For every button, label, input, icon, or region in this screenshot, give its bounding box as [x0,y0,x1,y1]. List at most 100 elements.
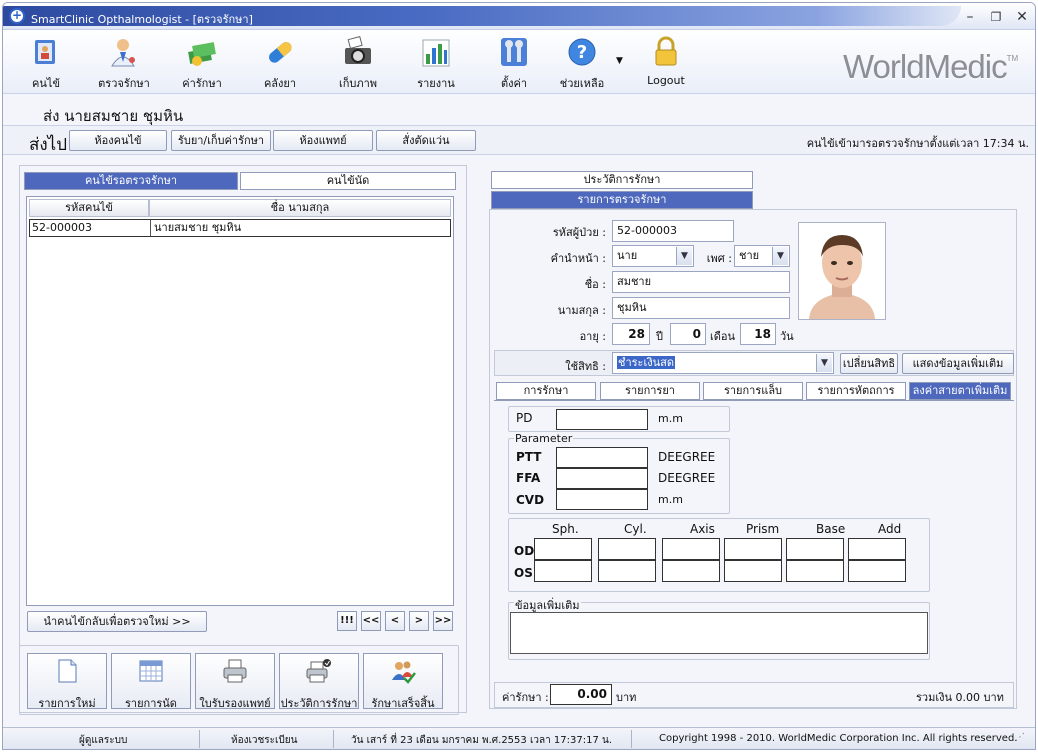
tab-treatment-list[interactable]: รายการตรวจรักษา [491,191,753,209]
medical-certificate-button[interactable]: ใบรับรองแพทย์ [195,653,275,710]
main-toolbar: คนไข้ ตรวจรักษา ค่ารักษา คลังยา เก็บภาพ … [3,30,1035,94]
status-copyright: Copyright 1998 - 2010. WorldMedic Corpor… [659,733,1018,744]
show-more-info-button[interactable]: แสดงข้อมูลเพิ่มเติม [902,353,1014,374]
rx-os-axis-input[interactable] [662,560,720,582]
send-pharmacy-cashier-button[interactable]: รับยา/เก็บค่ารักษา [171,130,271,151]
treatment-panel: ประวัติการรักษา รายการตรวจรักษา รหัสผู้ป… [489,163,1017,711]
minimize-button[interactable]: – [961,9,979,27]
subtab-medication[interactable]: รายการยา [600,382,700,400]
first-name-field[interactable]: สมชาย [612,271,790,293]
rights-select[interactable]: ชำระเงินสด ▼ [612,352,834,374]
ptt-input[interactable] [556,447,648,468]
rx-os-cyl-input[interactable] [598,560,656,582]
nav-last-button[interactable]: >> [433,611,453,631]
nav-first-button[interactable]: << [361,611,381,631]
fee-input[interactable]: 0.00 [550,684,612,705]
send-to-label: ส่งไป [29,135,68,155]
return-for-reexam-button[interactable]: นำคนไข้กลับเพื่อตรวจใหม่ >> [27,611,207,632]
last-name-field[interactable]: ชุมหิน [612,297,790,319]
chevron-down-icon[interactable]: ▼ [676,247,692,265]
change-rights-button[interactable]: เปลี่ยนสิทธิ [840,353,898,374]
rx-os-add-input[interactable] [848,560,906,582]
pd-label: PD [516,411,533,425]
age-days-field[interactable]: 18 [740,323,776,345]
patient-id-field[interactable]: 52-000003 [612,220,734,242]
rx-column-prism: Prism [746,522,780,536]
tab-waiting-patients[interactable]: คนไข้รอตรวจรักษา [24,172,238,190]
toolbar-patient-button[interactable]: คนไข้ [11,34,81,92]
years-unit: ปี [656,330,663,343]
patient-photo[interactable] [798,222,886,320]
toolbar-settings-button[interactable]: ตั้งค่า [479,34,549,92]
rx-od-sph-input[interactable] [534,538,592,560]
rx-od-cyl-input[interactable] [598,538,656,560]
chevron-down-icon[interactable]: ▼ [816,354,832,372]
new-record-button[interactable]: รายการใหม่ [27,653,107,710]
table-row[interactable]: 52-000003 นายสมชาย ชุมหิน [29,219,451,237]
send-glasses-order-button[interactable]: สั่งตัดแว่น [376,130,476,151]
chevron-down-icon[interactable]: ▼ [772,247,788,265]
appointments-button[interactable]: รายการนัด [111,653,191,710]
subtab-eye-measurement[interactable]: ลงค่าสายตาเพิ่มเติม [909,382,1011,400]
help-dropdown-arrow-icon[interactable]: ▼ [616,56,623,66]
resize-grip-icon[interactable]: ⋰ [1015,732,1025,743]
extra-info-textarea[interactable] [510,612,928,654]
main-window: + SmartClinic Opthalmologist - [ตรวจรักษ… [2,2,1036,750]
send-patient-room-button[interactable]: ห้องคนไข้ [69,130,167,151]
treatment-content: รหัสผู้ป่วย : 52-000003 คำนำหน้า : นาย ▼ … [489,209,1017,709]
tab-treatment-history[interactable]: ประวัติการรักษา [491,171,753,189]
restore-button[interactable]: ❐ [987,9,1005,27]
rx-od-base-input[interactable] [786,538,844,560]
close-button[interactable]: ✕ [1013,9,1031,27]
toolbar-treatment-button[interactable]: ตรวจรักษา [89,34,159,92]
ffa-input[interactable] [556,468,648,489]
nav-next-button[interactable]: > [409,611,429,631]
treatment-history-button[interactable]: ประวัติการรักษา [279,653,359,710]
toolbar-help-button[interactable]: ? ช่วยเหลือ [547,34,617,92]
rx-od-axis-input[interactable] [662,538,720,560]
toolbar-fee-button[interactable]: ค่ารักษา [167,34,237,92]
column-patient-name[interactable]: ชื่อ นามสกุล [149,199,451,217]
title-bar: + SmartClinic Opthalmologist - [ตรวจรักษ… [3,3,1035,30]
toolbar-images-button[interactable]: เก็บภาพ [323,34,393,92]
subtab-lab[interactable]: รายการแล็บ [703,382,803,400]
finish-treatment-button[interactable]: รักษาเสร็จสิ้น [363,653,443,710]
rx-row-os: OS [514,566,533,580]
total-amount: รวมเงิน 0.00 บาท [916,691,1004,704]
rx-column-axis: Axis [690,522,715,536]
subtab-treatment[interactable]: การรักษา [496,382,596,400]
users-check-icon [392,661,416,684]
rx-od-prism-input[interactable] [724,538,782,560]
patient-id-label: รหัสผู้ป่วย : [552,226,606,239]
ptt-unit: DEEGREE [658,450,716,464]
sex-select[interactable]: ชาย ▼ [734,245,790,267]
rx-os-base-input[interactable] [786,560,844,582]
prefix-select[interactable]: นาย ▼ [612,245,694,267]
toolbar-pharmacy-button[interactable]: คลังยา [245,34,315,92]
toolbar-logout-button[interactable]: Logout [631,34,701,92]
rx-column-base: Base [816,522,846,536]
first-name-label: ชื่อ : [584,278,606,291]
column-patient-id[interactable]: รหัสคนไข้ [29,199,149,217]
age-months-field[interactable]: 0 [670,323,706,345]
toolbar-report-button[interactable]: รายงาน [401,34,471,92]
prefix-label: คำนำหน้า : [550,252,606,265]
nav-refresh-button[interactable]: !!! [337,611,357,631]
tab-appointment-patients[interactable]: คนไข้นัด [240,172,456,190]
cell-patient-id: 52-000003 [32,221,92,234]
age-years-field[interactable]: 28 [612,323,650,345]
wait-time-text: คนไข้เข้ามารอตรวจรักษาตั้งแต่เวลา 17:34 … [806,137,1029,150]
rx-od-add-input[interactable] [848,538,906,560]
rx-column-cyl: Cyl. [624,522,647,536]
ffa-unit: DEEGREE [658,471,716,485]
subtab-procedure[interactable]: รายการหัตถการ [806,382,906,400]
lock-icon [655,36,677,66]
status-datetime: วัน เสาร์ ที่ 23 เดือน มกราคม พ.ศ.2553 เ… [351,735,613,746]
send-doctor-room-button[interactable]: ห้องแพทย์ [273,130,373,151]
nav-prev-button[interactable]: < [385,611,405,631]
age-label: อายุ : [579,330,606,343]
rx-os-sph-input[interactable] [534,560,592,582]
pd-input[interactable] [556,409,648,430]
cvd-input[interactable] [556,489,648,510]
rx-os-prism-input[interactable] [724,560,782,582]
